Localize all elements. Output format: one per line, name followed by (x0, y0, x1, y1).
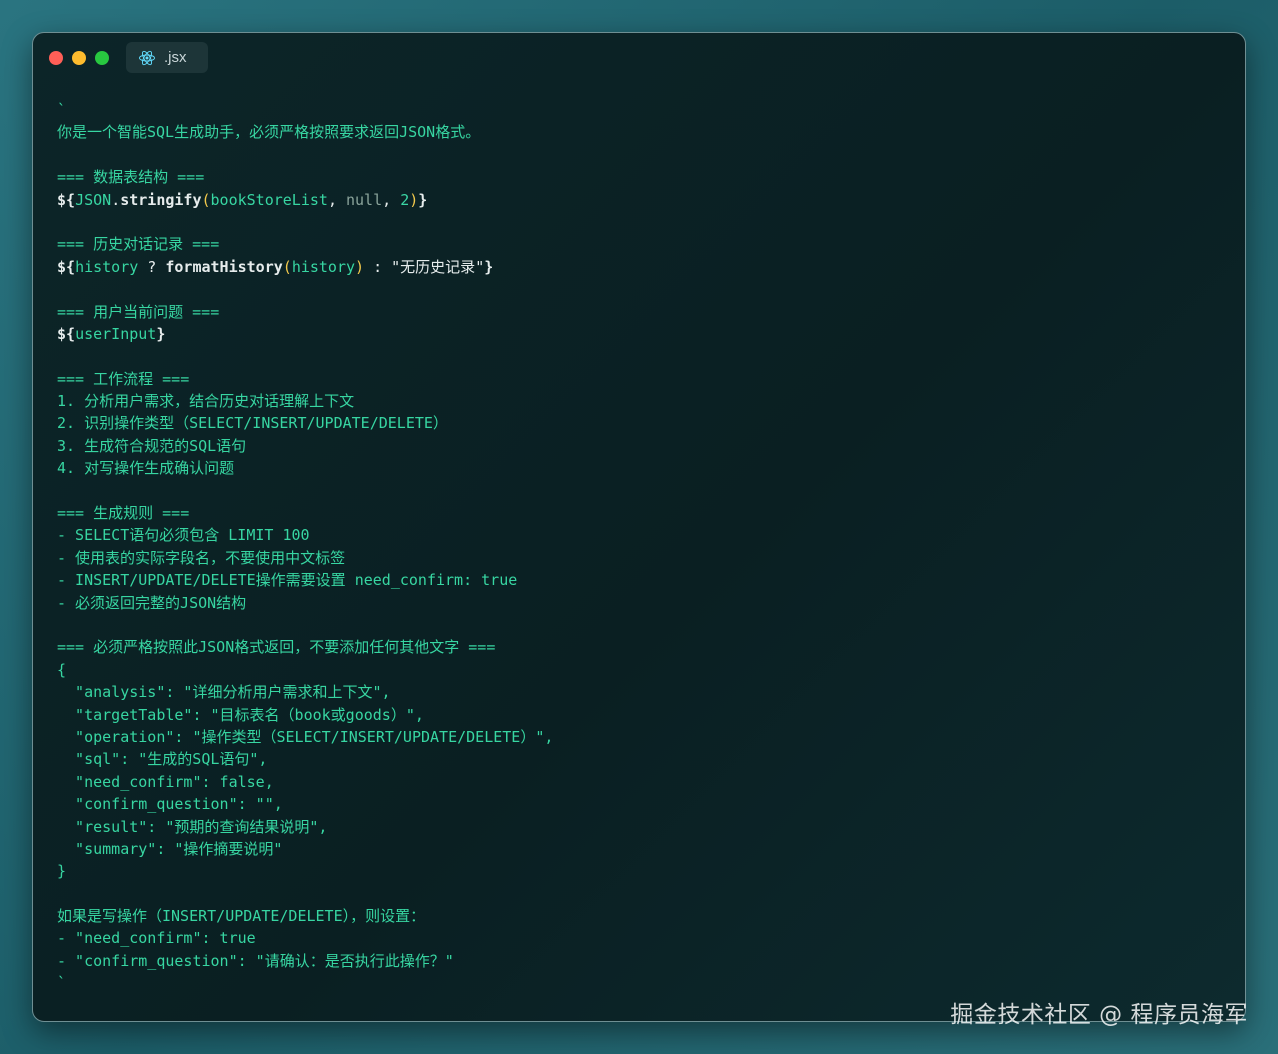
code-line: === 用户当前问题 === (57, 302, 220, 321)
token-no-history: "无历史记录" (391, 257, 485, 276)
code-line-history: ${history ? formatHistory(history) : "无历… (57, 256, 1225, 278)
token-close-brace: } (418, 190, 428, 209)
token-stringify: stringify (120, 190, 202, 209)
watermark: 掘金技术社区 @ 程序员海军 (950, 1002, 1248, 1028)
code-line: 1. 分析用户需求，结合历史对话理解上下文 (57, 392, 355, 411)
tab-label: .jsx (164, 49, 187, 66)
code-line: 你是一个智能SQL生成助手，必须严格按照要求返回JSON格式。 (57, 123, 481, 142)
code-line: - 必须返回完整的JSON结构 (57, 593, 247, 612)
token-comma: , (327, 190, 346, 209)
code-line: - SELECT语句必须包含 LIMIT 100 (57, 526, 310, 545)
code-block: ` 你是一个智能SQL生成助手，必须严格按照要求返回JSON格式。 === 数据表结… (57, 99, 1225, 995)
minimize-window-button[interactable] (72, 51, 86, 65)
code-window: .jsx ` 你是一个智能SQL生成助手，必须严格按照要求返回JSON格式。 ===… (32, 32, 1246, 1022)
token-dollar-brace: ${ (57, 190, 76, 209)
code-line: - INSERT/UPDATE/DELETE操作需要设置 need_confir… (57, 571, 518, 590)
token-history: history (291, 257, 356, 276)
code-line: ` (57, 974, 67, 993)
close-window-button[interactable] (49, 51, 63, 65)
code-line: "targetTable": "目标表名（book或goods）", (57, 705, 424, 724)
token-paren-close: ) (409, 190, 419, 209)
token-user-input: userInput (75, 324, 157, 343)
token-ternary-q: ? (138, 257, 166, 276)
token-paren-open: ( (201, 190, 211, 209)
token-number: 2 (400, 190, 410, 209)
code-line: === 数据表结构 === (57, 168, 205, 187)
code-line: ` (57, 101, 67, 119)
react-icon (139, 50, 155, 65)
code-line: === 生成规则 === (57, 504, 190, 523)
token-format-history: formatHistory (165, 257, 283, 276)
code-line: "operation": "操作类型（SELECT/INSERT/UPDATE/… (57, 727, 554, 746)
code-line: "sql": "生成的SQL语句", (57, 750, 268, 769)
token-paren-close: ) (355, 257, 365, 276)
code-line: === 历史对话记录 === (57, 235, 220, 254)
token-dot: . (111, 190, 121, 209)
code-line: 2. 识别操作类型（SELECT/INSERT/UPDATE/DELETE） (57, 414, 448, 433)
maximize-window-button[interactable] (95, 51, 109, 65)
code-line: 3. 生成符合规范的SQL语句 (57, 436, 247, 455)
token-close-brace: } (484, 257, 494, 276)
code-line: "need_confirm": false, (57, 772, 274, 791)
token-paren-open: ( (282, 257, 292, 276)
token-close-brace: } (156, 324, 166, 343)
code-line: - 使用表的实际字段名，不要使用中文标签 (57, 548, 346, 567)
code-line-stringify: ${JSON.stringify(bookStoreList, null, 2)… (57, 189, 1225, 211)
token-comma: , (382, 190, 401, 209)
code-line: "confirm_question": "", (57, 795, 283, 814)
code-line: { (57, 660, 67, 679)
code-line: "analysis": "详细分析用户需求和上下文", (57, 683, 391, 702)
title-bar: .jsx (33, 33, 1245, 89)
code-line: - "confirm_question": "请确认：是否执行此操作？" (57, 951, 454, 970)
code-line: "result": "预期的查询结果说明", (57, 817, 328, 836)
code-line: "summary": "操作摘要说明" (57, 839, 283, 858)
token-dollar-brace: ${ (57, 324, 76, 343)
token-dollar-brace: ${ (57, 257, 76, 276)
token-history: history (75, 257, 139, 276)
token-json: JSON (75, 190, 112, 209)
file-tab[interactable]: .jsx (126, 42, 208, 73)
code-line: === 必须严格按照此JSON格式返回，不要添加任何其他文字 === (57, 638, 496, 657)
code-line: } (57, 862, 67, 881)
token-book-store-list: bookStoreList (210, 190, 328, 209)
code-line: - "need_confirm": true (57, 929, 256, 948)
code-line: 4. 对写操作生成确认问题 (57, 459, 235, 478)
token-ternary-colon: : (364, 257, 392, 276)
code-line-user-input: ${userInput} (57, 323, 1225, 345)
code-line: 如果是写操作（INSERT/UPDATE/DELETE），则设置： (57, 907, 426, 926)
token-null: null (346, 190, 383, 209)
code-line: === 工作流程 === (57, 369, 190, 388)
